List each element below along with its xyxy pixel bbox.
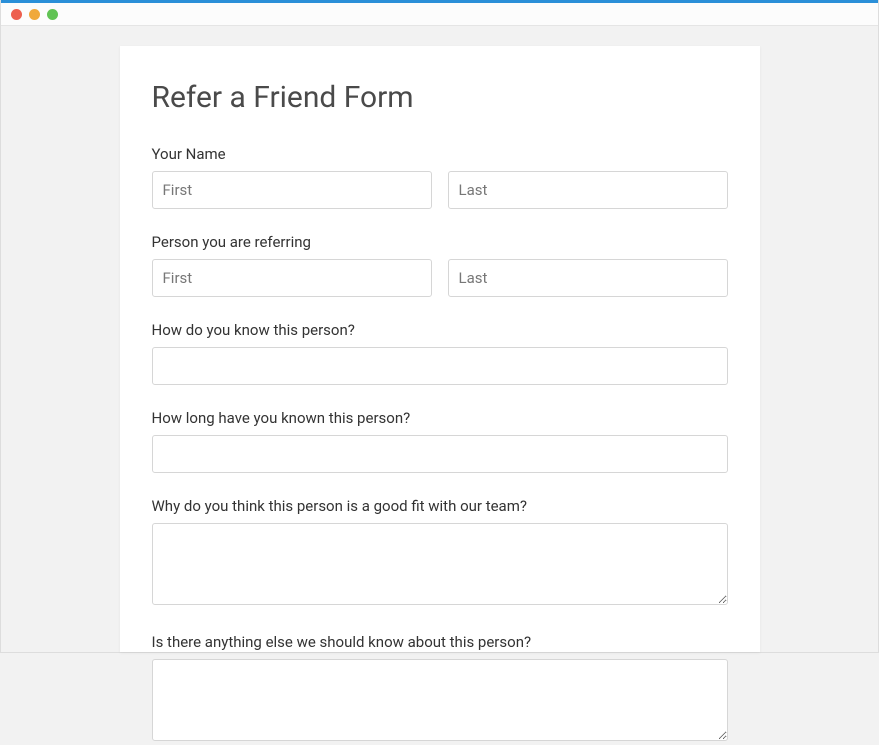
referring-last-input[interactable]: [448, 259, 728, 297]
form-card: Refer a Friend Form Your Name Person you…: [120, 46, 760, 652]
field-your-name: Your Name: [152, 145, 728, 209]
row-your-name: [152, 171, 728, 209]
app-window: Refer a Friend Form Your Name Person you…: [0, 0, 879, 653]
label-good-fit: Why do you think this person is a good f…: [152, 497, 728, 515]
field-how-long: How long have you known this person?: [152, 409, 728, 473]
field-anything-else: Is there anything else we should know ab…: [152, 633, 728, 745]
your-name-last-input[interactable]: [448, 171, 728, 209]
label-how-long: How long have you known this person?: [152, 409, 728, 427]
window-titlebar: [1, 0, 878, 26]
your-name-first-input[interactable]: [152, 171, 432, 209]
maximize-icon[interactable]: [47, 9, 58, 20]
traffic-lights: [11, 9, 58, 20]
good-fit-textarea[interactable]: [152, 523, 728, 605]
label-how-know: How do you know this person?: [152, 321, 728, 339]
stage: Refer a Friend Form Your Name Person you…: [1, 26, 878, 652]
referring-first-input[interactable]: [152, 259, 432, 297]
close-icon[interactable]: [11, 9, 22, 20]
field-referring: Person you are referring: [152, 233, 728, 297]
minimize-icon[interactable]: [29, 9, 40, 20]
field-how-know: How do you know this person?: [152, 321, 728, 385]
row-referring: [152, 259, 728, 297]
label-anything-else: Is there anything else we should know ab…: [152, 633, 728, 651]
form-title: Refer a Friend Form: [152, 80, 728, 115]
how-long-input[interactable]: [152, 435, 728, 473]
field-good-fit: Why do you think this person is a good f…: [152, 497, 728, 609]
label-your-name: Your Name: [152, 145, 728, 163]
anything-else-textarea[interactable]: [152, 659, 728, 741]
how-know-input[interactable]: [152, 347, 728, 385]
label-referring: Person you are referring: [152, 233, 728, 251]
